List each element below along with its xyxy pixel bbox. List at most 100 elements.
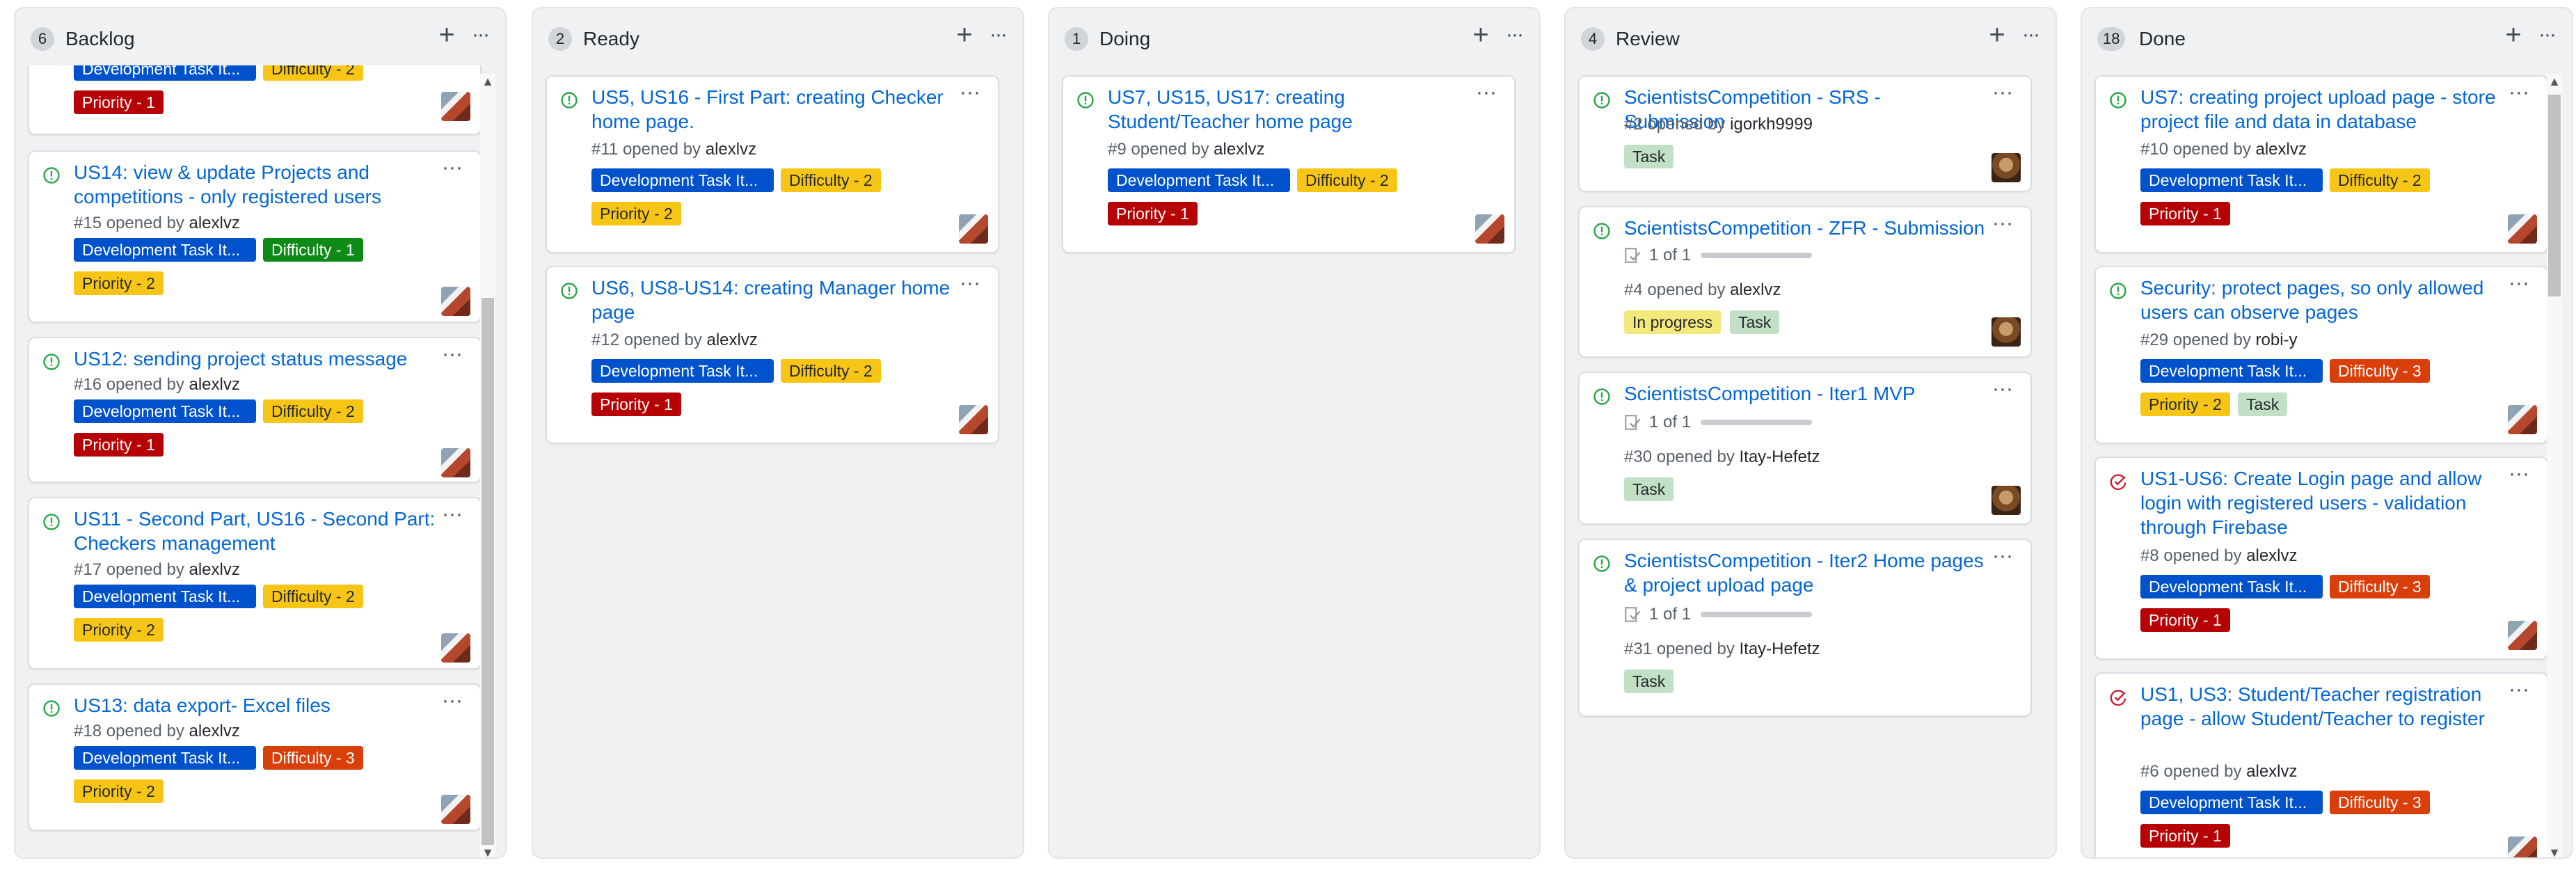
card-menu-ellipsis-icon[interactable]: ···	[1987, 544, 2018, 568]
author-link[interactable]: robi-y	[2256, 331, 2298, 349]
card-menu-ellipsis-icon[interactable]: ···	[437, 342, 468, 366]
assignee-avatar[interactable]	[959, 214, 988, 244]
issue-title-link[interactable]: US1-US6: Create Login page and allow log…	[2140, 466, 2502, 539]
assignee-avatar[interactable]	[2508, 621, 2537, 650]
author-link[interactable]: alexlvz	[2246, 762, 2297, 781]
issue-card[interactable]: US11 - Second Part, US16 - Second Part: …	[28, 497, 482, 669]
card-menu-ellipsis-icon[interactable]: ···	[955, 81, 985, 104]
issue-card[interactable]: ScientistsCompetition - Iter1 MVP ··· 1 …	[1578, 372, 2032, 525]
label-badge[interactable]: Priority - 1	[74, 433, 164, 457]
label-badge[interactable]: Development Task It...	[74, 746, 256, 770]
issue-title-link[interactable]: US6, US8-US14: creating Manager home pag…	[591, 276, 953, 324]
issue-card[interactable]: US7: creating project upload page - stor…	[2094, 75, 2548, 253]
card-menu-ellipsis-icon[interactable]: ···	[1471, 81, 1502, 104]
author-link[interactable]: alexlvz	[707, 331, 758, 349]
label-badge[interactable]: Task	[2238, 393, 2288, 416]
label-badge[interactable]: Development Task It...	[2140, 575, 2323, 598]
label-badge[interactable]: Development Task It...	[74, 65, 256, 81]
issue-title-link[interactable]: US13: data export- Excel files	[74, 693, 436, 718]
assignee-avatar[interactable]	[2508, 405, 2537, 434]
label-badge[interactable]: Priority - 2	[591, 202, 681, 225]
chevron-down-icon[interactable]: ▼	[480, 845, 495, 857]
label-badge[interactable]: Priority - 1	[2140, 824, 2230, 848]
author-link[interactable]: Itay-Hefetz	[1740, 640, 1820, 658]
label-badge[interactable]: Priority - 1	[1108, 202, 1198, 225]
issue-card[interactable]: US13: data export- Excel files ··· #18 o…	[28, 683, 482, 831]
author-link[interactable]: alexlvz	[189, 375, 240, 394]
assignee-avatar[interactable]	[1991, 153, 2021, 182]
issue-title-link[interactable]: US14: view & update Projects and competi…	[74, 160, 436, 209]
issue-card[interactable]: US5, US16 - First Part: creating Checker…	[546, 75, 999, 253]
assignee-avatar[interactable]	[1991, 486, 2021, 515]
label-badge[interactable]: Task	[1624, 669, 1674, 693]
issue-card[interactable]: ScientistsCompetition - ZFR - Submission…	[1578, 206, 2032, 358]
label-badge[interactable]: Development Task It...	[74, 399, 256, 423]
author-link[interactable]: alexlvz	[189, 214, 240, 232]
assignee-avatar[interactable]	[441, 287, 470, 316]
add-card-plus-icon[interactable]: +	[1983, 21, 2011, 49]
author-link[interactable]: alexlvz	[189, 722, 240, 740]
label-badge[interactable]: Priority - 1	[2140, 608, 2230, 632]
issue-title-link[interactable]: US12: sending project status message	[74, 347, 436, 371]
label-badge[interactable]: Priority - 1	[2140, 202, 2230, 225]
label-badge[interactable]: Difficulty - 2	[1297, 168, 1397, 192]
card-menu-ellipsis-icon[interactable]: ···	[955, 271, 985, 295]
label-badge[interactable]: Difficulty - 3	[2330, 359, 2430, 383]
column-menu-ellipsis-icon[interactable]: ···	[465, 21, 495, 49]
label-badge[interactable]: In progress	[1624, 310, 1722, 334]
card-menu-ellipsis-icon[interactable]: ···	[437, 156, 468, 180]
column-scrollbar[interactable]: ▲ ▼	[480, 74, 495, 857]
assignee-avatar[interactable]	[2508, 837, 2537, 857]
label-badge[interactable]: Difficulty - 2	[781, 168, 881, 192]
label-badge[interactable]: Priority - 2	[74, 271, 164, 295]
add-card-plus-icon[interactable]: +	[951, 21, 978, 49]
issue-card[interactable]: US1, US3: Student/Teacher registration p…	[2094, 672, 2548, 857]
card-menu-ellipsis-icon[interactable]: ···	[437, 689, 468, 713]
scrollbar-thumb[interactable]	[482, 298, 494, 845]
label-badge[interactable]: Difficulty - 2	[781, 359, 881, 383]
issue-title-link[interactable]: Security: protect pages, so only allowed…	[2140, 276, 2502, 324]
card-menu-ellipsis-icon[interactable]: ···	[2504, 271, 2534, 295]
label-badge[interactable]: Development Task It...	[74, 238, 256, 262]
label-badge[interactable]: Development Task It...	[591, 168, 774, 192]
column-menu-ellipsis-icon[interactable]: ···	[2531, 21, 2562, 49]
issue-card[interactable]: Security: protect pages, so only allowed…	[2094, 266, 2548, 444]
card-menu-ellipsis-icon[interactable]: ···	[2504, 81, 2534, 104]
assignee-avatar[interactable]	[441, 92, 470, 121]
scrollbar-thumb[interactable]	[2548, 95, 2561, 296]
label-badge[interactable]: Difficulty - 1	[263, 238, 363, 262]
card-menu-ellipsis-icon[interactable]: ···	[2504, 678, 2534, 701]
author-link[interactable]: alexlvz	[1214, 140, 1264, 159]
issue-title-link[interactable]: US7, US15, US17: creating Student/Teache…	[1108, 85, 1470, 134]
assignee-avatar[interactable]	[1475, 214, 1504, 244]
author-link[interactable]: igorkh9999	[1730, 115, 1813, 134]
assignee-avatar[interactable]	[441, 448, 470, 477]
chevron-up-icon[interactable]: ▲	[2547, 74, 2562, 89]
chevron-down-icon[interactable]: ▼	[2547, 845, 2562, 857]
label-badge[interactable]: Priority - 2	[2140, 393, 2230, 416]
author-link[interactable]: alexlvz	[189, 560, 240, 579]
column-menu-ellipsis-icon[interactable]: ···	[1499, 21, 1529, 49]
issue-card[interactable]: Development Task It... Difficulty - 2 Pr…	[28, 65, 482, 135]
assignee-avatar[interactable]	[441, 795, 470, 824]
label-badge[interactable]: Difficulty - 2	[2330, 168, 2430, 192]
label-badge[interactable]: Task	[1624, 145, 1674, 168]
label-badge[interactable]: Development Task It...	[2140, 359, 2323, 383]
assignee-avatar[interactable]	[1991, 317, 2021, 347]
label-badge[interactable]: Task	[1624, 477, 1674, 501]
label-badge[interactable]: Development Task It...	[74, 585, 256, 608]
label-badge[interactable]: Priority - 2	[74, 779, 164, 803]
column-menu-ellipsis-icon[interactable]: ···	[2015, 21, 2046, 49]
card-menu-ellipsis-icon[interactable]: ···	[1987, 377, 2018, 401]
issue-card[interactable]: ScientistsCompetition - SRS - Submission…	[1578, 75, 2032, 192]
assignee-avatar[interactable]	[2508, 214, 2537, 244]
label-badge[interactable]: Development Task It...	[1108, 168, 1290, 192]
issue-title-link[interactable]: ScientistsCompetition - ZFR - Submission	[1624, 216, 1986, 240]
add-card-plus-icon[interactable]: +	[2499, 21, 2527, 49]
author-link[interactable]: alexlvz	[2246, 546, 2297, 565]
label-badge[interactable]: Development Task It...	[591, 359, 774, 383]
issue-title-link[interactable]: US5, US16 - First Part: creating Checker…	[591, 85, 953, 134]
label-badge[interactable]: Development Task It...	[2140, 791, 2323, 814]
label-badge[interactable]: Difficulty - 3	[263, 746, 363, 770]
issue-card[interactable]: ScientistsCompetition - Iter2 Home pages…	[1578, 539, 2032, 717]
